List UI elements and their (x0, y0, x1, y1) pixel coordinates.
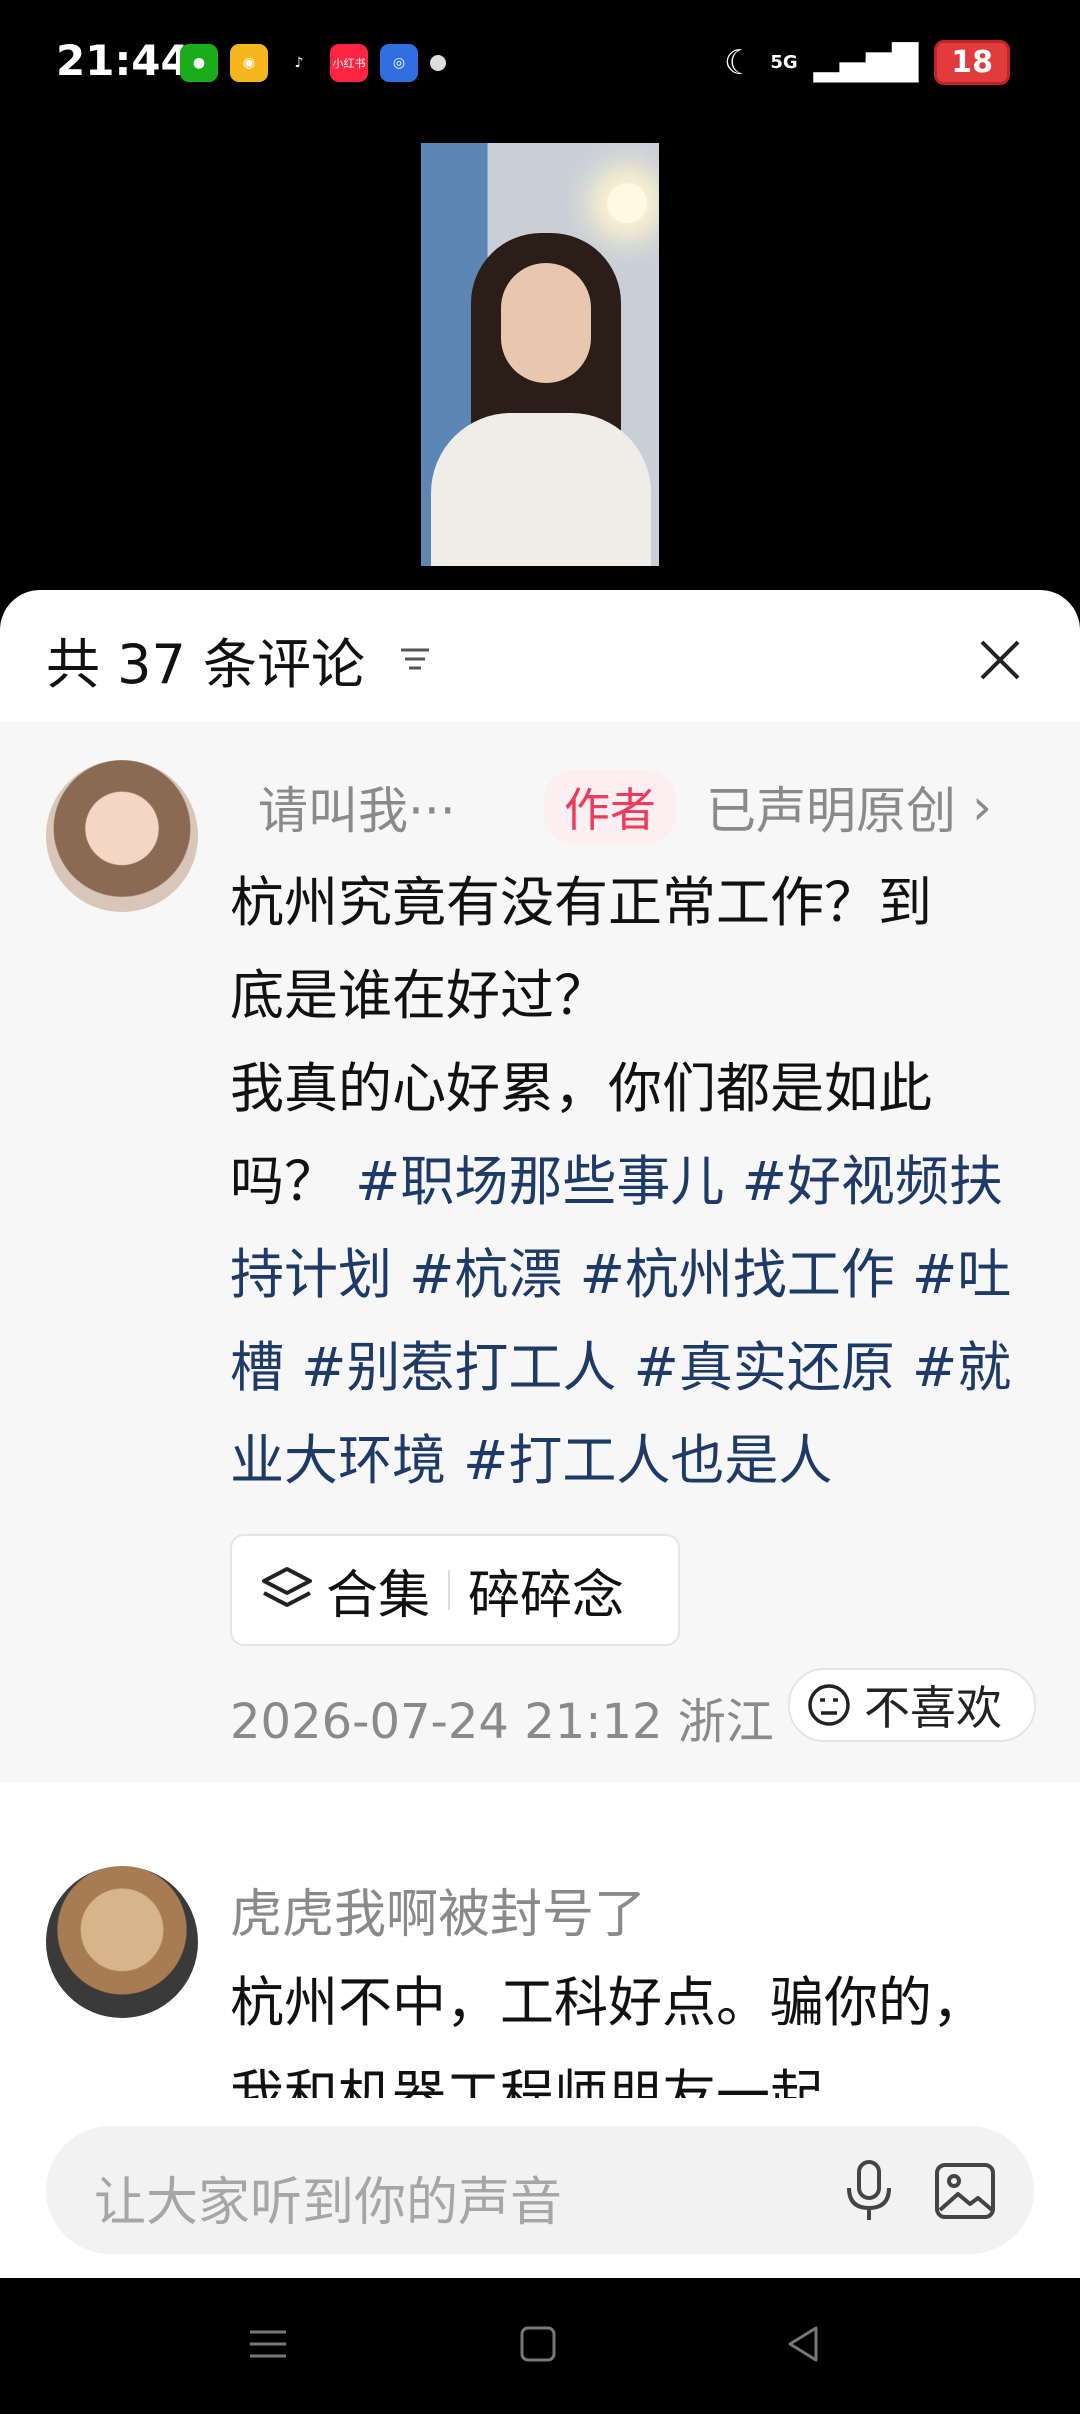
post-datetime-location: 2026-07-24 21:12 浙江 (230, 1694, 774, 1750)
app-icon: ◎ (380, 44, 418, 82)
hashtag-link[interactable]: #职场那些事儿 (355, 1150, 724, 1213)
battery-level: 18 (934, 40, 1010, 85)
sort-icon[interactable] (398, 642, 432, 676)
author-name-row: 请叫我··· 作者 已声明原创 › (258, 770, 992, 844)
hashtag-link[interactable]: #杭州找工作 (580, 1243, 895, 1306)
weibo-icon: ◉ (230, 44, 268, 82)
layers-icon (262, 1567, 312, 1607)
author-post-text: 杭州究竟有没有正常工作？到 底是谁在好过？ 我真的心好累，你们都是如此 吗？ #… (230, 856, 1040, 1507)
dnd-moon-icon: ☾ (723, 42, 755, 83)
declared-original-link[interactable]: 已声明原创 (706, 771, 956, 843)
sheet-header: 共 37 条评论 (0, 590, 1080, 722)
microphone-icon[interactable] (836, 2156, 902, 2226)
system-nav-bar (0, 2278, 1080, 2414)
collection-divider (448, 1570, 451, 1610)
author-avatar[interactable] (46, 760, 198, 912)
home-icon[interactable] (516, 2322, 560, 2366)
dislike-label: 不喜欢 (864, 1681, 1002, 1735)
comment-input-bar: 让大家听到你的声音 (0, 2098, 1080, 2278)
author-username[interactable]: 请叫我··· (258, 771, 518, 843)
comment-input[interactable]: 让大家听到你的声音 (46, 2126, 1034, 2254)
status-bar: 21:44 ● ◉ ♪ 小红书 ◎ ☾ 5G ▂▄▆█ 18 (0, 0, 1080, 128)
author-badge: 作者 (544, 770, 676, 844)
signal-icon: ▂▄▆█ (813, 42, 919, 83)
hashtag-link[interactable]: #杭漂 (409, 1243, 562, 1306)
back-icon[interactable] (782, 2322, 826, 2366)
unhappy-face-icon (808, 1684, 850, 1726)
menu-icon[interactable] (246, 2322, 290, 2366)
image-icon[interactable] (932, 2160, 998, 2222)
chevron-right-icon[interactable]: › (972, 778, 992, 836)
collection-label: 合集 (326, 1565, 431, 1626)
post-text-line: 我真的心好累，你们都是如此 (230, 1057, 932, 1120)
comment-count-title: 共 37 条评论 (46, 633, 366, 696)
collection-name: 碎碎念 (468, 1565, 625, 1626)
commenter-username[interactable]: 虎虎我啊被封号了 (230, 1872, 646, 1947)
dislike-button[interactable]: 不喜欢 (788, 1668, 1036, 1742)
hashtag-link[interactable]: #别惹打工人 (301, 1336, 616, 1399)
collection-button[interactable]: 合集 碎碎念 (230, 1534, 680, 1646)
post-text-line: 吗？ (230, 1150, 338, 1213)
comment-input-placeholder: 让大家听到你的声音 (94, 2173, 563, 2233)
more-notifications-dot (430, 55, 446, 71)
post-text-line: 底是谁在好过？ (230, 964, 608, 1027)
tiktok-icon: ♪ (280, 44, 318, 82)
notification-icons: ● ◉ ♪ 小红书 ◎ (180, 44, 446, 82)
hashtag-link[interactable]: #打工人也是人 (463, 1429, 832, 1492)
close-icon[interactable] (970, 630, 1030, 690)
xiaohongshu-icon: 小红书 (330, 44, 368, 82)
network-type: 5G (770, 52, 798, 73)
commenter-avatar[interactable] (46, 1866, 198, 2018)
hashtag-link[interactable]: #真实还原 (634, 1336, 895, 1399)
video-thumbnail[interactable] (421, 143, 659, 566)
post-text-line: 杭州究竟有没有正常工作？到 (230, 871, 932, 934)
wechat-icon: ● (180, 44, 218, 82)
status-time: 21:44 (56, 36, 190, 85)
